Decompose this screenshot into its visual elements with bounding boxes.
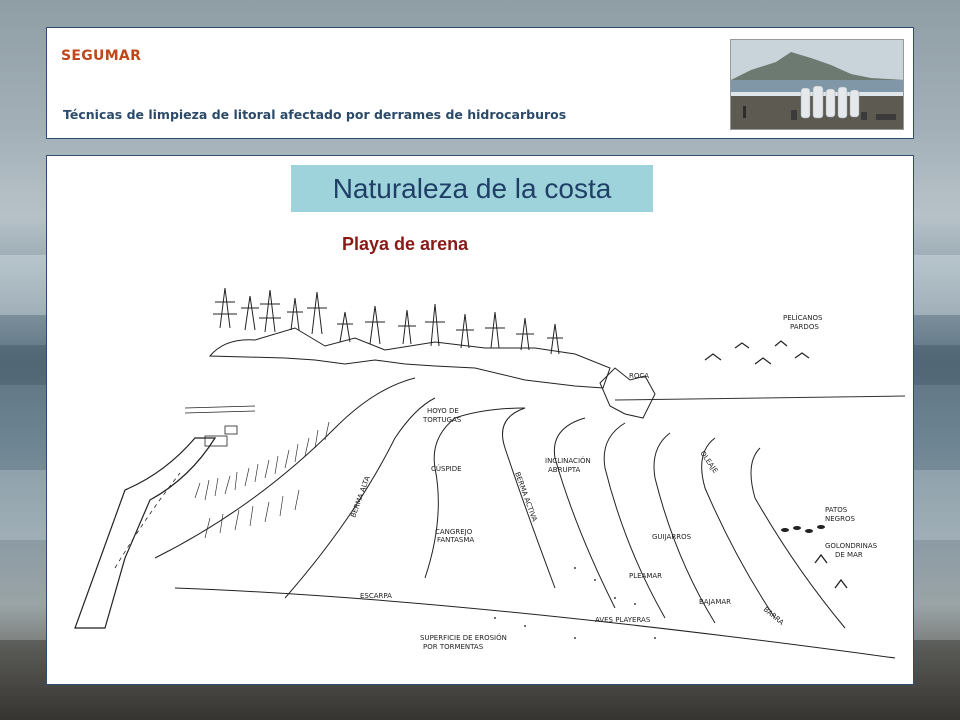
- label-abrupta: ABRUPTA: [548, 466, 581, 474]
- label-superficie: SUPERFICIE DE EROSIÓN: [420, 633, 507, 642]
- label-roca: ROCA: [629, 372, 649, 380]
- label-pleamar: PLEAMAR: [629, 572, 662, 580]
- main-panel: Naturaleza de la costa Playa de arena PE…: [46, 155, 914, 685]
- header-panel: SEGUMAR Técnicas de limpieza de litoral …: [46, 27, 914, 139]
- label-escarpa: ESCARPA: [360, 592, 392, 600]
- brand-name: SEGUMAR: [61, 48, 142, 64]
- label-de-mar: DE MAR: [835, 551, 863, 559]
- label-bajamar: BAJAMAR: [699, 598, 731, 606]
- sandy-beach-diagram: PELÍCANOS PARDOS ROCA HOYO DE TORTUGAS C…: [55, 268, 905, 676]
- slide-title: Naturaleza de la costa: [332, 172, 612, 204]
- label-pardos: PARDOS: [790, 323, 819, 331]
- label-guijarros: GUIJARROS: [652, 533, 692, 541]
- label-cuspide: CÚSPIDE: [431, 464, 462, 473]
- label-barra: BARRA: [762, 605, 786, 627]
- label-hoyo: HOYO DE: [427, 407, 459, 415]
- label-cangrejo: CANGREJO: [435, 528, 473, 536]
- label-pelicanos: PELÍCANOS: [783, 313, 823, 322]
- label-golondrinas: GOLONDRINAS: [825, 542, 878, 550]
- label-tormentas: POR TORMENTAS: [423, 643, 484, 651]
- header-subtitle: Técnicas de limpieza de litoral afectado…: [63, 107, 567, 122]
- label-berma-activa: BERMA ACTIVA: [513, 471, 538, 523]
- label-fantasma: FANTASMA: [437, 536, 474, 544]
- title-box: Naturaleza de la costa: [291, 165, 653, 212]
- section-label: Playa de arena: [342, 234, 469, 254]
- label-tortugas: TORTUGAS: [422, 416, 462, 424]
- label-aves: AVES PLAYERAS: [595, 616, 651, 624]
- label-berma-alta: BERMA ALTA: [349, 475, 371, 519]
- label-patos: PATOS: [825, 506, 848, 514]
- label-inclinacion: INCLINACIÓN: [545, 456, 591, 465]
- label-negros: NEGROS: [825, 515, 855, 523]
- header-photo-cleanup-crew: [730, 39, 904, 130]
